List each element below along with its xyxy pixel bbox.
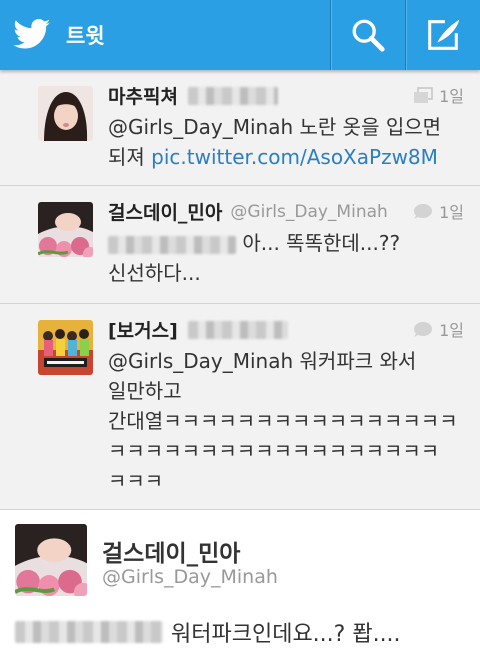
tweet-line: ㅋㅋㅋㅋㅋㅋㅋㅋㅋㅋㅋㅋㅋㅋㅋㅋㅋㅋ bbox=[108, 439, 440, 463]
tweet-text: @Girls_Day_Minah 노란 옷을 입으면 되져 pic.twitte… bbox=[108, 112, 466, 172]
tweet-line: 되져 bbox=[108, 145, 152, 169]
app-brand[interactable]: 트윗 bbox=[0, 0, 330, 70]
reply-bubble-icon bbox=[414, 321, 433, 337]
compose-button[interactable] bbox=[405, 0, 480, 70]
blurred-mention bbox=[15, 621, 163, 643]
author-handle[interactable]: @Girls_Day_Minah bbox=[230, 202, 387, 222]
top-app-bar: 트윗 bbox=[0, 0, 480, 70]
avatar[interactable] bbox=[15, 524, 87, 596]
tweet-item[interactable]: 걸스데이_민아 @Girls_Day_Minah 1일 아... 똑똑한데...… bbox=[0, 186, 480, 304]
blurred-mention bbox=[108, 235, 236, 254]
author-name[interactable]: 마추픽쳐 bbox=[108, 82, 178, 109]
author-name[interactable]: 걸스데이_민아 bbox=[108, 198, 222, 225]
author-name[interactable]: [보거스] bbox=[108, 316, 178, 343]
tweet-text: 워터파크인데요...? 퐙.... bbox=[15, 616, 401, 648]
tweet-line: 간대열ㅋㅋㅋㅋㅋㅋㅋㅋㅋㅋㅋㅋㅋㅋㅋㅋ bbox=[108, 409, 458, 433]
tweet-line: @Girls_Day_Minah 노란 옷을 입으면 bbox=[108, 115, 442, 139]
page-title: 트윗 bbox=[66, 24, 105, 48]
author-name[interactable]: 걸스데이_민아 bbox=[102, 534, 240, 568]
timestamp: 1일 bbox=[439, 203, 464, 222]
twitter-bird-icon bbox=[13, 19, 51, 49]
tweet-line: @Girls_Day_Minah 워커파크 와서 bbox=[108, 349, 417, 373]
blurred-handle bbox=[187, 320, 288, 339]
avatar[interactable] bbox=[38, 202, 93, 257]
blurred-handle bbox=[187, 86, 278, 105]
reply-bubble-icon bbox=[414, 203, 433, 219]
author-handle[interactable]: @Girls_Day_Minah bbox=[102, 566, 278, 588]
timestamp: 1일 bbox=[439, 87, 464, 106]
search-icon bbox=[352, 19, 385, 52]
avatar[interactable] bbox=[38, 86, 93, 141]
tweet-item[interactable]: 마추픽쳐 1일 @Girls_Day_Minah 노란 옷을 입으면 되져 pi… bbox=[0, 70, 480, 186]
tweet-line: 아... 똑똑한데...?? bbox=[236, 231, 401, 255]
tweet-text: @Girls_Day_Minah 워커파크 와서 일만하고 간대열ㅋㅋㅋㅋㅋㅋㅋ… bbox=[108, 346, 466, 496]
media-link[interactable]: pic.twitter.com/AsoXaPzw8M bbox=[151, 145, 438, 169]
compose-icon bbox=[428, 19, 460, 50]
gallery-icon bbox=[414, 86, 433, 103]
tweet-detail[interactable]: 걸스데이_민아 @Girls_Day_Minah 워터파크인데요...? 퐙..… bbox=[0, 510, 480, 670]
timestamp: 1일 bbox=[439, 321, 464, 340]
tweet-line: 신선하다... bbox=[108, 261, 201, 285]
avatar[interactable] bbox=[38, 320, 93, 375]
tweet-item[interactable]: [보거스] 1일 @Girls_Day_Minah 워커파크 와서 일만하고 간… bbox=[0, 304, 480, 510]
timeline: 마추픽쳐 1일 @Girls_Day_Minah 노란 옷을 입으면 되져 pi… bbox=[0, 70, 480, 510]
tweet-line: 일만하고 bbox=[108, 379, 182, 403]
tweet-line: 워터파크인데요...? 퐙.... bbox=[171, 622, 401, 647]
tweet-line: ㅋㅋㅋ bbox=[108, 469, 164, 493]
search-button[interactable] bbox=[330, 0, 405, 70]
tweet-text: 아... 똑똑한데...?? 신선하다... bbox=[108, 228, 466, 288]
